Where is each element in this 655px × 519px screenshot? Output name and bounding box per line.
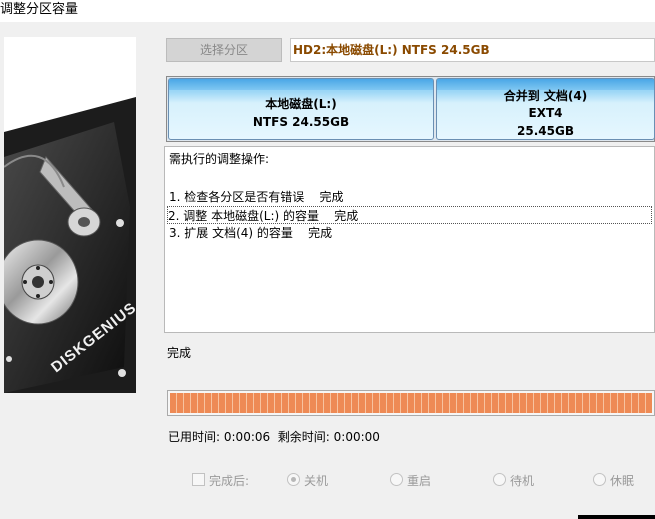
radio-hibernate-label: 休眠 [610,474,635,488]
radio-standby[interactable] [493,473,506,486]
after-completion-checkbox[interactable] [192,473,205,486]
partition-fs-size: NTFS 24.55GB [252,115,350,129]
elapsed-label: 已用时间: [168,430,221,444]
window-title: 调整分区容量 [0,2,79,17]
remaining-value: 0:00:00 [333,430,380,444]
list-item[interactable]: 1. 检查各分区是否有错误 完成 [169,188,652,206]
progress-fill [170,393,652,413]
elapsed-value: 0:00:06 [223,430,271,444]
partition-name: 本地磁盘(L:) [265,97,337,111]
partition-bar [169,79,433,90]
diskgenius-hdd-illustration: DISKGENIUS [4,37,136,393]
select-partition-button[interactable]: 选择分区 [166,38,282,62]
radio-standby-label: 待机 [510,474,535,488]
partition-size: 25.45GB [517,124,574,138]
list-item[interactable]: 3. 扩展 文档(4) 的容量 完成 [169,224,652,242]
time-readout: 已用时间: 0:00:06 剩余时间: 0:00:00 [168,428,380,445]
progress-bar [167,390,655,416]
status-text: 完成 [167,346,192,360]
radio-shutdown-label: 关机 [304,474,329,488]
radio-restart-label: 重启 [407,474,432,488]
disk-info-field: HD2:本地磁盘(L:) NTFS 24.5GB [290,38,655,62]
radio-shutdown[interactable] [287,473,300,486]
list-item[interactable]: 2. 调整 本地磁盘(L:) 的容量 完成 [167,206,652,224]
after-completion-options: 完成后: 关机 重启 待机 休眠 [0,470,655,492]
partition-block-local-disk[interactable]: 本地磁盘(L:) NTFS 24.55GB [168,78,434,140]
partition-name: 合并到 文档(4) [503,89,588,103]
radio-restart[interactable] [390,473,403,486]
radio-hibernate[interactable] [593,473,606,486]
after-completion-label: 完成后: [209,474,250,488]
partition-fs: EXT4 [528,106,563,120]
remaining-label: 剩余时间: [277,430,330,444]
window-edge [578,515,655,519]
partition-block-documents[interactable]: 合并到 文档(4) EXT4 25.45GB [436,78,655,140]
partition-map: 本地磁盘(L:) NTFS 24.55GB 合并到 文档(4) EXT4 25.… [166,76,655,142]
operations-header: 需执行的调整操作: [169,152,270,166]
operations-list[interactable]: 需执行的调整操作: 1. 检查各分区是否有错误 完成 2. 调整 本地磁盘(L:… [164,146,655,333]
